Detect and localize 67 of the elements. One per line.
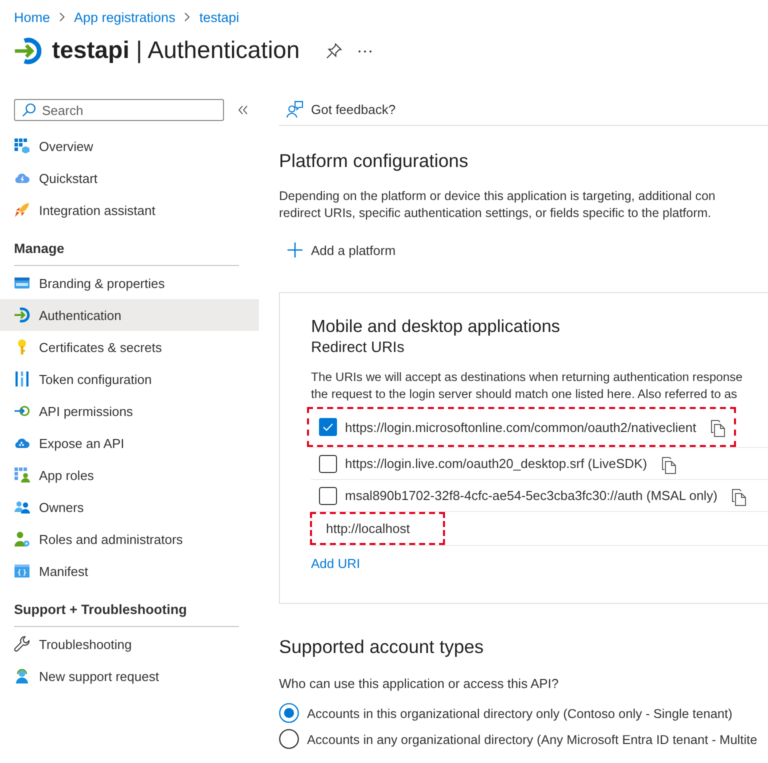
nav-item[interactable]: Quickstart	[0, 162, 259, 194]
uri-text: msal890b1702-32f8-4cfc-ae54-5ec3cba3fc30://auth (MSAL only)	[345, 488, 718, 503]
search-icon	[22, 103, 36, 117]
grid-person-icon	[14, 467, 30, 483]
browser-window-icon	[14, 275, 30, 291]
section-title: Platform configurations	[279, 149, 470, 173]
feedback-button[interactable]: Got feedback?	[286, 95, 396, 123]
radio-label: Accounts in any organizational directory (Any Microsoft Entra ID tenant - Multite	[307, 732, 758, 746]
nav-item[interactable]: Overview	[0, 130, 259, 162]
nav-item[interactable]: Roles and administrators	[0, 523, 259, 555]
section-heading: Support + Troubleshooting	[13, 601, 188, 619]
nav-item[interactable]: New support request	[0, 660, 259, 692]
uri-text: https://login.microsoftonline.com/common/oauth2/nativeclient	[345, 420, 696, 434]
breadcrumb-link[interactable]: testapi	[199, 10, 240, 24]
description-text: The URIs we will accept as destinations when returning authentication response the request to the login server should match one listed here. Also referred to as	[311, 369, 744, 403]
add-uri-link[interactable]: Add URI	[311, 555, 360, 573]
section-heading: Manage	[13, 240, 66, 258]
grid-icon	[14, 138, 30, 154]
chevron-icon	[59, 12, 66, 22]
wrench-icon	[14, 636, 30, 652]
plus-icon	[287, 242, 303, 258]
checkbox[interactable]	[319, 454, 337, 472]
chevron-icon	[184, 12, 190, 22]
feedback-icon	[286, 100, 303, 118]
collapse-icon[interactable]	[238, 105, 248, 115]
page-title: testapi | Authentication	[52, 37, 300, 65]
nav-item[interactable]: Integration assistant	[0, 194, 259, 226]
copy-icon[interactable]	[731, 488, 748, 506]
copy-icon[interactable]	[710, 420, 726, 437]
search-field[interactable]: Search	[14, 99, 224, 121]
rocket-icon	[14, 202, 30, 218]
breadcrumb-link[interactable]: App registrations	[74, 10, 176, 24]
add-platform-button[interactable]: Add a platform	[287, 236, 396, 264]
nav-item[interactable]: Expose an API	[0, 427, 259, 459]
nav-item[interactable]: Certificates & secrets	[0, 331, 259, 363]
people-icon	[14, 499, 30, 515]
description-text: Depending on the platform or device this application is targeting, additional con redirect URIs, specific authentication settings, or fields specific to the platform.	[279, 188, 716, 222]
uri-field[interactable]: http://localhost	[310, 512, 445, 545]
arrow-ring-icon	[14, 307, 30, 323]
radio-button[interactable]	[279, 703, 299, 723]
code-window-icon	[14, 563, 30, 579]
nav-item[interactable]: App roles	[0, 459, 259, 491]
radio-button[interactable]	[279, 729, 299, 749]
section-title: Supported account types	[279, 635, 485, 659]
arrow-circle-icon	[14, 403, 30, 419]
person-headset-icon	[14, 668, 30, 684]
nav-item[interactable]: Authentication	[0, 299, 259, 331]
copy-icon[interactable]	[661, 456, 678, 474]
checkbox[interactable]	[319, 486, 337, 504]
uri-text: https://login.live.com/oauth20_desktop.srf (LiveSDK)	[345, 456, 648, 471]
nav-item[interactable]: Branding & properties	[0, 267, 259, 299]
more-icon[interactable]	[358, 50, 372, 52]
arrow-ring-icon	[14, 37, 42, 65]
checkbox[interactable]	[319, 418, 337, 436]
nav-item[interactable]: Troubleshooting	[0, 628, 259, 660]
breadcrumb-link[interactable]: Home	[14, 10, 50, 24]
bars-icon	[14, 371, 30, 387]
radio-label: Accounts in this organizational directory only (Contoso only - Single tenant)	[307, 706, 732, 720]
nav-item[interactable]: Manifest	[0, 555, 259, 587]
pin-icon[interactable]	[326, 43, 342, 59]
card-title: Mobile and desktop applications	[311, 315, 562, 337]
nav-item[interactable]: Owners	[0, 491, 259, 523]
nav-item[interactable]: Token configuration	[0, 363, 259, 395]
person-badge-icon	[14, 531, 30, 547]
nav-item[interactable]: API permissions	[0, 395, 259, 427]
card-subtitle: Redirect URIs	[311, 338, 406, 358]
question-text: Who can use this application or access this API?	[279, 675, 560, 693]
